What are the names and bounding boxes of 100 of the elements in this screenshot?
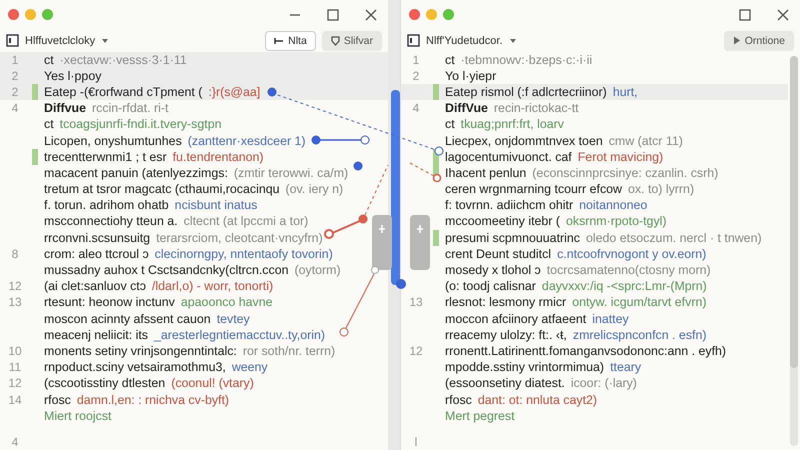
- code-comment: cmw (atcr 11): [608, 134, 683, 148]
- zoom-dot[interactable]: [443, 9, 454, 20]
- code-text: ct: [445, 117, 455, 132]
- code-text: rfosc: [445, 392, 472, 407]
- code-comment: ror soth/nr. terrn): [242, 344, 336, 358]
- connector-line: [410, 162, 442, 182]
- code-comment: tcoagsjunrfi-fndi.it.tvery-sgtpn: [60, 117, 222, 132]
- code-text: rfosc: [44, 392, 71, 407]
- code-comment: tkuag;pnrf:frt, loarv: [460, 117, 564, 132]
- code-comment: hurt,: [612, 84, 638, 99]
- anchor-icon: [354, 162, 362, 170]
- file-icon: [6, 34, 19, 48]
- code-text: monents setiny vrinjsongenntintalc:: [44, 344, 237, 358]
- code-comment: Miert roojcst: [44, 408, 112, 423]
- code-text: trecentterwnmi1 ; t esr: [44, 150, 167, 164]
- filter-icon: [330, 36, 340, 46]
- code-text: crom: aleo ttcroul ɔ: [44, 246, 149, 261]
- code-text: rlesnot: lesmony rmicr: [445, 295, 566, 310]
- code-text: f: tovrnn. adiichcm ohitr: [445, 198, 574, 212]
- line-number: 4: [12, 101, 18, 116]
- right-handle[interactable]: [410, 215, 430, 270]
- code-text: meacenj neliicit: its: [44, 328, 148, 342]
- code-text: ceren wrgnmarning tcourr efcow: [445, 182, 622, 196]
- code-comment: /ldarl,o) - worr, tonorti): [152, 279, 274, 294]
- play-icon: [732, 36, 741, 46]
- code-comment: (oytorm): [294, 263, 341, 278]
- line-number: 13: [409, 295, 423, 310]
- code-comment: _aresterlegntiemacctuv..ty,orin): [154, 328, 325, 342]
- code-comment: (econscinnprcsinye: czanlin. csrh): [532, 166, 718, 180]
- minimize-dot[interactable]: [25, 9, 36, 20]
- code-comment: recin-rictokac-tt: [494, 101, 579, 116]
- file-title[interactable]: Nlff'Yudetudcor.: [426, 34, 503, 47]
- code-text: rreacemy ulolzy: ft:. ‹ŧ,: [445, 328, 567, 342]
- code-text: moccon afciinory atfaeent: [445, 312, 586, 326]
- line-number: 2: [12, 68, 18, 83]
- scrollbar[interactable]: [790, 56, 798, 446]
- close-dot[interactable]: [8, 9, 19, 20]
- code-comment: rccin-rfdat. ri-t: [92, 101, 168, 116]
- line-number: 2: [12, 84, 18, 99]
- caret-icon[interactable]: [101, 36, 110, 45]
- code-comment: ·xectavw:·vesss·3·1·11: [60, 52, 187, 67]
- close-dot[interactable]: [409, 9, 420, 20]
- line-number: 1: [12, 52, 18, 67]
- code-comment: clecinorngpy, nntentaofy tovorin): [154, 246, 333, 261]
- sync-scrollbar[interactable]: [391, 90, 400, 285]
- line-number: 4: [412, 101, 420, 116]
- code-comment: fu.tendrentanon): [172, 150, 264, 164]
- code-comment: ncisbunt inatus: [174, 198, 258, 212]
- toolbar-button[interactable]: Nlta: [265, 30, 316, 51]
- code-text: rronentt.Latirinentt.fomanganvsodononc:ann . eyfh): [445, 344, 726, 358]
- code-comment: :}r(s@aa]: [208, 84, 260, 99]
- code-comment: terarsrciom, cleotcant·vncyfrn): [156, 230, 323, 245]
- code-comment: oledo etsoczum. nercl · t tnwen): [586, 230, 762, 245]
- code-text: (o: toodj calisnar: [445, 279, 536, 294]
- code-comment: ·tebmnowv:·bzeps·c:·i·ii: [460, 52, 592, 67]
- code-text: ct: [44, 52, 54, 67]
- code-text: Diffvue: [44, 101, 86, 116]
- code-text: (ai clet:sanluov ctɔ: [44, 279, 146, 294]
- left-handle[interactable]: [372, 215, 392, 270]
- code-comment: cltecnt (at lpccmi a tor): [184, 214, 308, 228]
- code-comment: ontyw. icgum/tarvt efvrn): [572, 295, 706, 310]
- code-comment: oksrnm·rpoto-tgyl): [566, 214, 667, 228]
- minimize-dot[interactable]: [426, 9, 437, 20]
- code-text: rtesunt: heonow inctunv: [44, 295, 175, 310]
- code-comment: damn.l,en: : rnichva cv-byft): [76, 392, 230, 407]
- code-text: Yo l·yiepr: [445, 68, 496, 83]
- code-comment: dant: ot: nnluta cayt2): [478, 392, 598, 407]
- code-comment: weeny: [232, 360, 268, 374]
- toolbar-button[interactable]: Slifvar: [322, 30, 382, 51]
- code-text: ct: [44, 117, 54, 132]
- line-number: 12: [409, 344, 423, 358]
- anchor-icon: [396, 279, 406, 289]
- code-comment: tocrcsamatenno(ctosny morn): [546, 263, 711, 278]
- code-comment: (coonul! (vtary): [171, 376, 254, 390]
- code-text: moscon acinnty afssent cauon: [44, 312, 211, 326]
- code-text: Yes l·ppoy: [44, 68, 102, 83]
- code-text: Eatep -(€rorfwand cTpment (: [44, 84, 202, 99]
- zoom-dot[interactable]: [42, 9, 53, 20]
- code-text: Ihacent penlun: [445, 166, 526, 180]
- code-comment: apaoonco havne: [180, 295, 273, 310]
- code-text: mussadny auhox t Csctsandcnky(cltrcn.ccon: [44, 263, 288, 278]
- caret-icon[interactable]: [508, 36, 517, 45]
- code-comment: Ferot mavicing): [578, 150, 664, 164]
- file-title[interactable]: Hlffuvetclcloky: [25, 34, 96, 47]
- code-comment: tteary: [610, 360, 642, 374]
- code-comment: zmrelicspnconfcn . esfn): [572, 328, 706, 342]
- code-text: ct: [445, 52, 455, 67]
- line-number: 4: [12, 434, 18, 449]
- file-icon: [407, 34, 420, 48]
- code-comment: noitannoneo: [579, 198, 648, 212]
- code-text: Liecpex, onjdommtnvex toen: [445, 134, 603, 148]
- code-text: Licopen, onyshumtunhes: [44, 134, 182, 148]
- code-comment: dayvxxv:/iq -<sprc:Lmr-(Mprn): [542, 279, 707, 294]
- connector-line: [340, 266, 379, 336]
- code-comment: inattey: [592, 312, 629, 326]
- line-number: 8: [12, 246, 18, 261]
- line-number: l: [414, 434, 418, 449]
- toolbar-button[interactable]: Orntione: [724, 30, 794, 51]
- code-text: DiffVue: [445, 101, 488, 116]
- code-text: mccoomeetiny itebr (: [445, 214, 560, 228]
